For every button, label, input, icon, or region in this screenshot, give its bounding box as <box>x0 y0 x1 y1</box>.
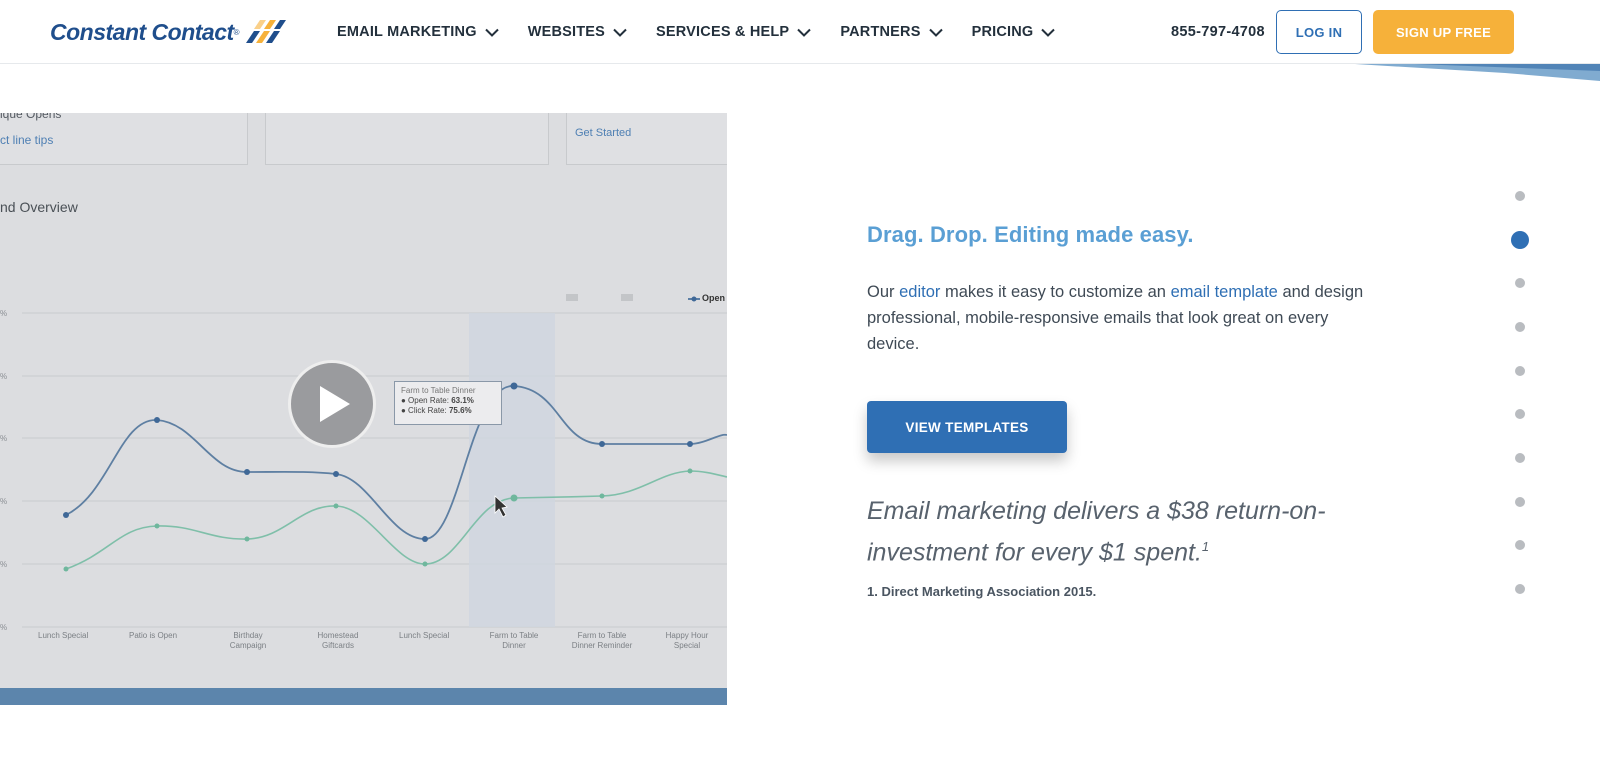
chart-category-label: Farm to Table Dinner Reminder <box>571 631 633 650</box>
svg-text:%: % <box>0 560 7 569</box>
chart-category-label: Homestead Giftcards <box>317 631 359 650</box>
tooltip-open-rate: ● Open Rate: 63.1% <box>401 396 495 406</box>
pager-dot[interactable] <box>1515 453 1525 463</box>
nav-label: SERVICES & HELP <box>656 24 790 40</box>
pager-dot[interactable] <box>1515 366 1525 376</box>
pager-dot-active[interactable] <box>1511 231 1529 249</box>
pager-dot[interactable] <box>1515 584 1525 594</box>
video-progress-bar[interactable] <box>0 688 727 705</box>
play-icon <box>320 386 350 422</box>
chart-category-label: Patio is Open <box>129 631 178 640</box>
svg-text:%: % <box>0 372 7 381</box>
view-templates-button[interactable]: VIEW TEMPLATES <box>867 401 1067 453</box>
tooltip-click-value: 75.6% <box>448 406 472 415</box>
tooltip-title: Farm to Table Dinner <box>401 386 476 395</box>
chevron-down-icon <box>928 28 943 37</box>
tooltip-open-label: ● Open Rate: <box>401 396 449 405</box>
pager-dot[interactable] <box>1515 278 1525 288</box>
chart-category-label: Farm to Table Dinner <box>489 631 539 650</box>
pager-dot[interactable] <box>1515 540 1525 550</box>
logo-registered-mark: ® <box>233 27 240 37</box>
email-template-link[interactable]: email template <box>1171 283 1278 301</box>
nav-label: PRICING <box>971 24 1034 40</box>
tooltip-open-value: 63.1% <box>451 396 474 405</box>
svg-text:%: % <box>0 309 7 318</box>
main-nav: EMAIL MARKETING WEBSITES SERVICES & HELP… <box>337 0 1084 64</box>
chart-category-label: Lunch Special <box>38 631 89 640</box>
play-button[interactable] <box>288 360 376 448</box>
svg-text:%: % <box>0 497 7 506</box>
body-text-pre: Our <box>867 283 900 301</box>
pager-dot[interactable] <box>1515 497 1525 507</box>
nav-label: EMAIL MARKETING <box>337 24 477 40</box>
editor-link[interactable]: editor <box>899 283 940 301</box>
chevron-down-icon <box>484 28 499 37</box>
site-header: Constant Contact ® EMAIL MARKETING WEBSI… <box>0 0 1600 64</box>
nav-websites[interactable]: WEBSITES <box>528 24 627 40</box>
login-button[interactable]: LOG IN <box>1276 10 1362 54</box>
decorative-swoosh <box>1355 64 1600 81</box>
nav-email-marketing[interactable]: EMAIL MARKETING <box>337 24 499 40</box>
nav-pricing[interactable]: PRICING <box>972 24 1056 40</box>
section-body: Our editor makes it easy to customize an… <box>867 279 1377 357</box>
logo[interactable]: Constant Contact ® <box>50 14 288 50</box>
logo-text: Constant Contact <box>50 18 234 45</box>
pager-dot[interactable] <box>1515 191 1525 201</box>
footnote: 1. Direct Marketing Association 2015. <box>867 584 1097 599</box>
roi-quote-text: Email marketing delivers a $38 return-on… <box>867 497 1326 567</box>
nav-partners[interactable]: PARTNERS <box>840 24 943 40</box>
tooltip-click-rate: ● Click Rate: 75.6% <box>401 406 495 416</box>
chart-legend-open: Open <box>702 293 726 303</box>
nav-label: WEBSITES <box>527 24 606 40</box>
video-player[interactable]: ique Opens ct line tips Get Started nd O… <box>0 113 727 705</box>
svg-text:%: % <box>0 434 7 443</box>
chevron-down-icon <box>797 28 812 37</box>
tooltip-click-label: ● Click Rate: <box>401 406 447 415</box>
pager-dot[interactable] <box>1515 409 1525 419</box>
chart-category-label: Lunch Special <box>399 631 450 640</box>
logo-flag-icon <box>245 20 286 43</box>
chart-category-label: Birthday Campaign <box>229 631 267 650</box>
chart-tooltip: Farm to Table Dinner ● Open Rate: 63.1% … <box>394 381 502 425</box>
phone-link[interactable]: 855-797-4708 <box>1171 24 1265 40</box>
chart-category-label: Happy Hour Special <box>665 631 709 650</box>
section-headline: Drag. Drop. Editing made easy. <box>867 222 1194 247</box>
svg-text:%: % <box>0 623 7 632</box>
nav-label: PARTNERS <box>840 24 921 40</box>
pager-dot[interactable] <box>1515 322 1525 332</box>
roi-quote: Email marketing delivers a $38 return-on… <box>867 493 1337 570</box>
chevron-down-icon <box>613 28 627 37</box>
roi-quote-footnote-marker: 1 <box>1201 539 1210 554</box>
body-text-mid: makes it easy to customize an <box>940 283 1171 301</box>
nav-services-help[interactable]: SERVICES & HELP <box>656 24 812 40</box>
signup-button[interactable]: SIGN UP FREE <box>1373 10 1514 54</box>
chevron-down-icon <box>1041 28 1056 37</box>
